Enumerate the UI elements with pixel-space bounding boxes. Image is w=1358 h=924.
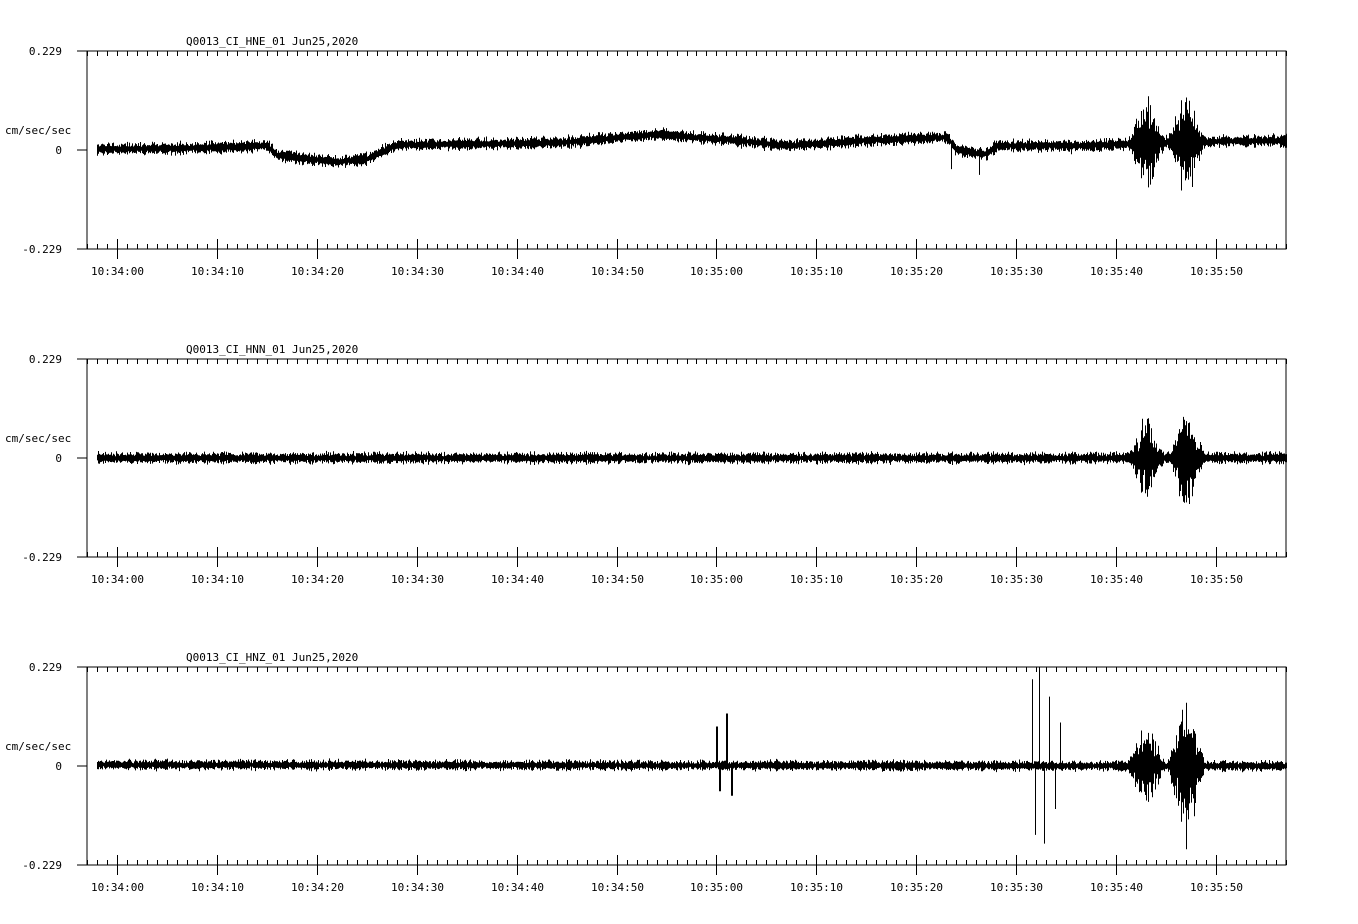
x-tick-label: 10:35:40 [1090, 265, 1143, 278]
chart-title: Q0013_CI_HNN_01 Jun25,2020 [186, 343, 358, 356]
x-tick-label: 10:34:20 [291, 265, 344, 278]
y-tick-label: -0.229 [22, 243, 62, 256]
x-tick-label: 10:34:30 [391, 265, 444, 278]
seismogram-figure: Q0013_CI_HNE_01 Jun25,2020 cm/sec/sec 0.22… [5, 35, 1287, 894]
y-axis-label: cm/sec/sec [5, 740, 71, 753]
x-tick-label: 10:34:10 [191, 881, 244, 894]
chart-title: Q0013_CI_HNZ_01 Jun25,2020 [186, 651, 358, 664]
y-tick-label: -0.229 [22, 859, 62, 872]
y-tick-label: 0.229 [29, 661, 62, 674]
x-tick-label: 10:34:40 [491, 265, 544, 278]
x-tick-label: 10:34:20 [291, 881, 344, 894]
x-tick-label: 10:34:50 [591, 573, 644, 586]
y-axis-label: cm/sec/sec [5, 124, 71, 137]
x-tick-label: 10:34:50 [591, 265, 644, 278]
x-tick-label: 10:35:00 [690, 265, 743, 278]
x-tick-label: 10:34:40 [491, 881, 544, 894]
x-tick-label: 10:34:00 [91, 881, 144, 894]
x-tick-label: 10:35:20 [890, 265, 943, 278]
chart-title: Q0013_CI_HNE_01 Jun25,2020 [186, 35, 358, 48]
x-tick-label: 10:34:20 [291, 573, 344, 586]
x-tick-label: 10:35:30 [990, 573, 1043, 586]
y-tick-label: 0.229 [29, 353, 62, 366]
x-tick-label: 10:34:00 [91, 573, 144, 586]
y-tick-label: 0 [55, 452, 62, 465]
x-tick-label: 10:35:40 [1090, 881, 1143, 894]
y-tick-label: 0.229 [29, 45, 62, 58]
x-tick-label: 10:35:10 [790, 881, 843, 894]
x-tick-label: 10:35:50 [1190, 265, 1243, 278]
x-tick-label: 10:34:10 [191, 265, 244, 278]
x-tick-label: 10:35:30 [990, 881, 1043, 894]
x-tick-label: 10:34:40 [491, 573, 544, 586]
y-tick-label: 0 [55, 760, 62, 773]
x-tick-label: 10:34:30 [391, 573, 444, 586]
waveform-trace [97, 416, 1287, 504]
x-tick-label: 10:34:00 [91, 265, 144, 278]
x-tick-label: 10:34:50 [591, 881, 644, 894]
y-tick-label: -0.229 [22, 551, 62, 564]
y-tick-label: 0 [55, 144, 62, 157]
x-tick-label: 10:35:20 [890, 881, 943, 894]
y-axis-label: cm/sec/sec [5, 432, 71, 445]
x-tick-label: 10:35:50 [1190, 573, 1243, 586]
x-tick-label: 10:35:40 [1090, 573, 1143, 586]
x-tick-label: 10:35:30 [990, 265, 1043, 278]
x-tick-label: 10:35:20 [890, 573, 943, 586]
waveform-trace [97, 96, 1287, 191]
x-tick-label: 10:34:30 [391, 881, 444, 894]
x-tick-label: 10:35:10 [790, 265, 843, 278]
waveform-trace [97, 667, 1287, 850]
x-tick-label: 10:35:00 [690, 573, 743, 586]
x-tick-label: 10:34:10 [191, 573, 244, 586]
x-tick-label: 10:35:10 [790, 573, 843, 586]
x-tick-label: 10:35:00 [690, 881, 743, 894]
x-tick-label: 10:35:50 [1190, 881, 1243, 894]
